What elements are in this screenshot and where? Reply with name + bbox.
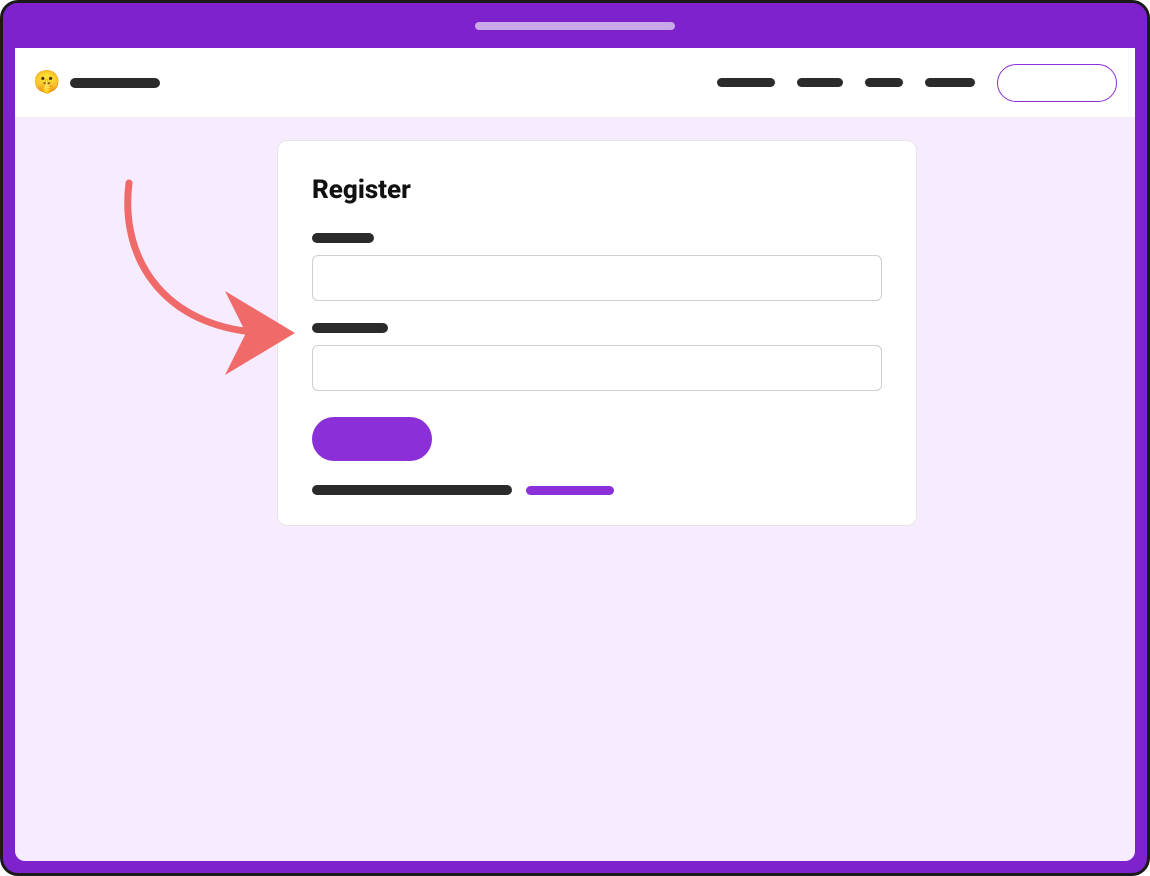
brand-label: [70, 78, 160, 88]
nav-link-4[interactable]: [925, 78, 975, 87]
page-body: Register: [15, 118, 1135, 548]
field-1-input[interactable]: [312, 255, 882, 301]
field-1-label: [312, 233, 374, 243]
browser-chrome-top: [3, 3, 1147, 48]
footer-link[interactable]: [526, 486, 614, 495]
shushing-face-icon: 🤫: [33, 72, 60, 94]
nav-cta-button[interactable]: [997, 64, 1117, 102]
field-2-input[interactable]: [312, 345, 882, 391]
register-submit-button[interactable]: [312, 417, 432, 461]
browser-window: 🤫 Register: [0, 0, 1150, 876]
field-2-label: [312, 323, 388, 333]
register-title: Register: [312, 175, 882, 205]
nav-link-1[interactable]: [717, 78, 775, 87]
url-bar[interactable]: [475, 22, 675, 30]
navbar: 🤫: [15, 48, 1135, 118]
register-footer: [312, 485, 882, 495]
nav-link-2[interactable]: [797, 78, 843, 87]
brand[interactable]: 🤫: [33, 72, 160, 94]
app-viewport: 🤫 Register: [15, 48, 1135, 861]
nav-link-3[interactable]: [865, 78, 903, 87]
footer-text: [312, 485, 512, 495]
register-card: Register: [277, 140, 917, 526]
nav-right: [717, 64, 1117, 102]
